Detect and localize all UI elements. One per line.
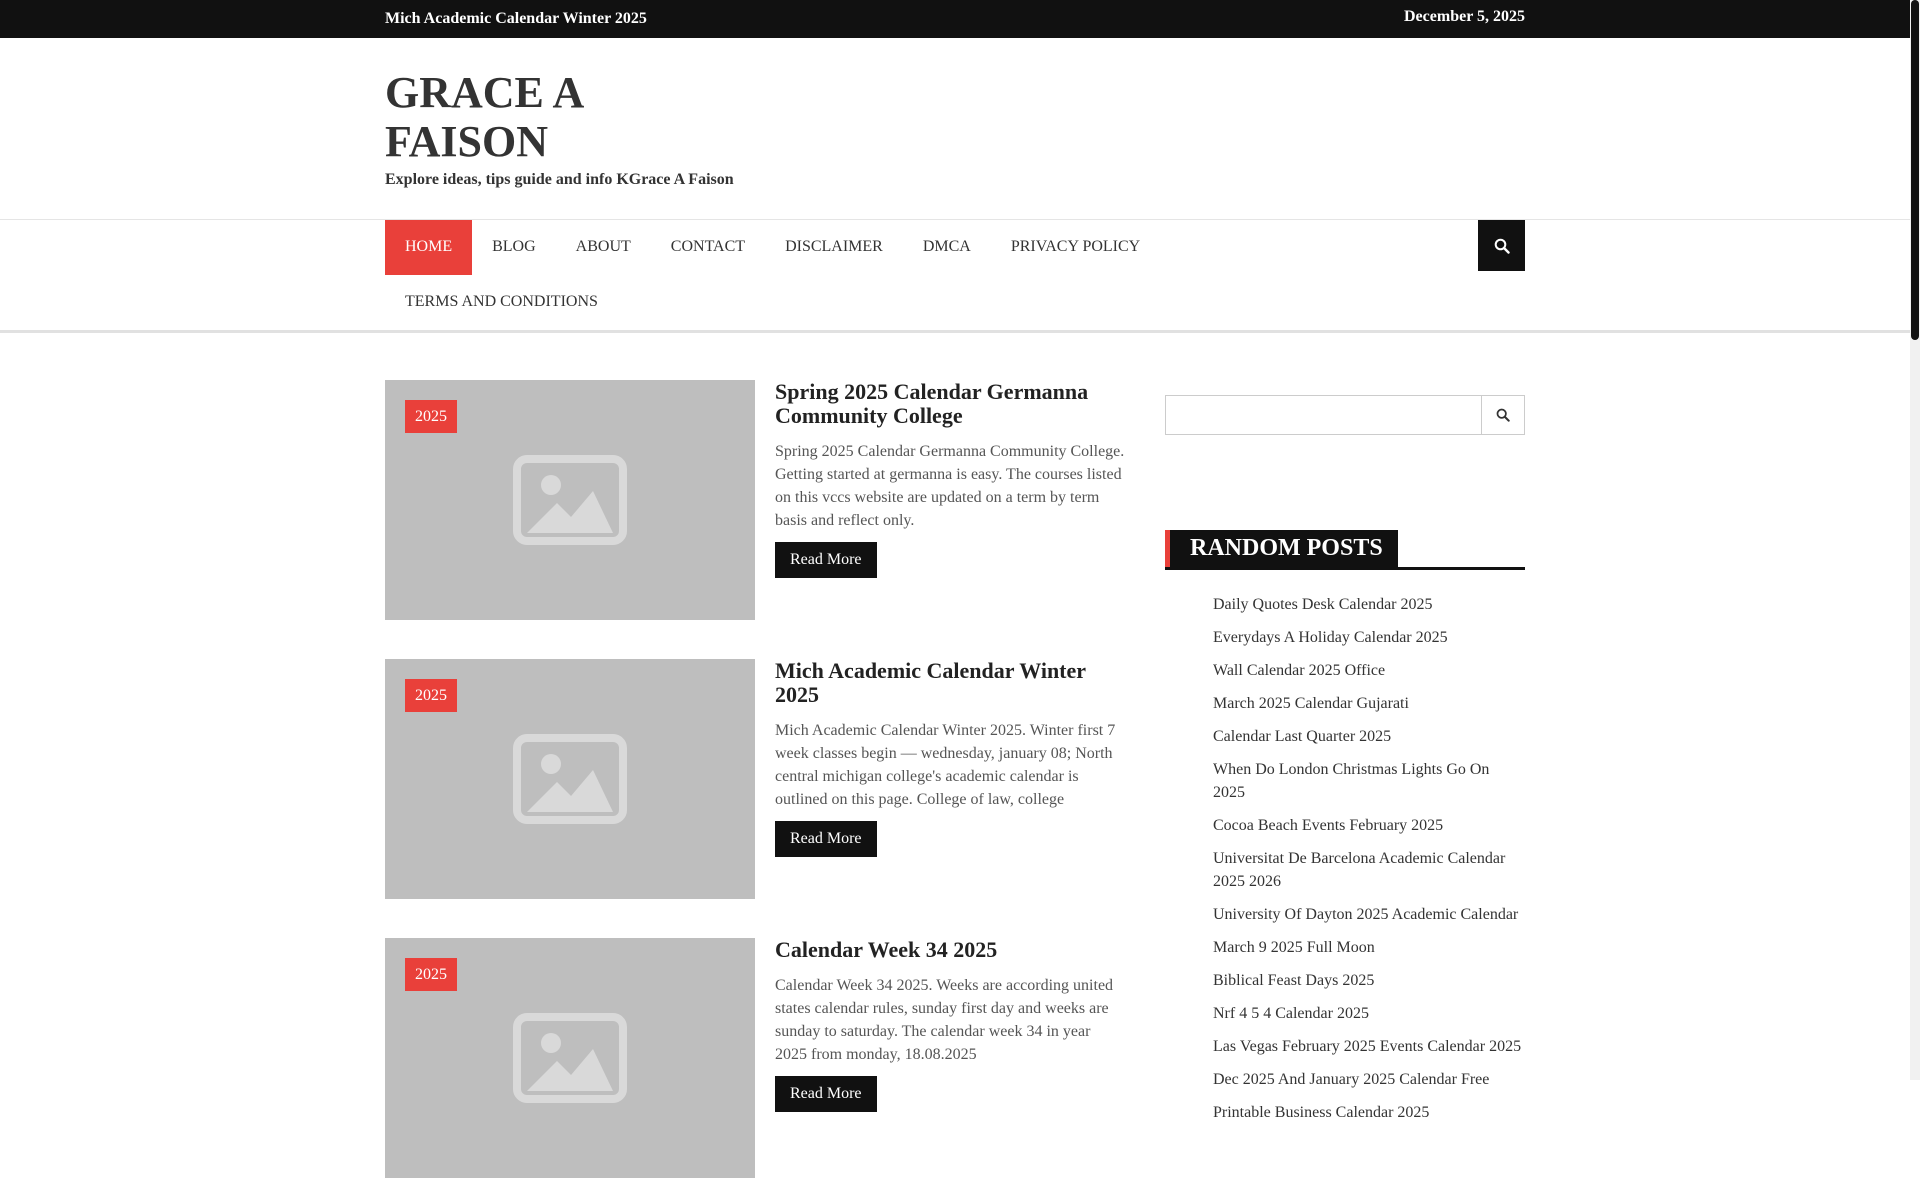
site-description: Explore ideas, tips guide and info KGrac…: [385, 171, 734, 188]
category-badge[interactable]: 2025: [405, 400, 457, 433]
search-icon: [1494, 238, 1510, 254]
post-card: 2025 Calendar Week 34 2025 Calendar Week…: [385, 938, 1125, 1178]
random-posts-list: Daily Quotes Desk Calendar 2025 Everyday…: [1165, 593, 1525, 1124]
page-scrollbar[interactable]: [1910, 0, 1920, 1080]
image-placeholder-icon: [513, 734, 627, 824]
read-more-button[interactable]: Read More: [775, 542, 877, 578]
category-badge[interactable]: 2025: [405, 679, 457, 712]
post-body: Calendar Week 34 2025 Calendar Week 34 2…: [775, 938, 1125, 1112]
random-post-link[interactable]: Printable Business Calendar 2025: [1213, 1101, 1525, 1124]
nav-item-privacy-policy[interactable]: PRIVACY POLICY: [991, 220, 1160, 275]
current-date: December 5, 2025: [1404, 8, 1525, 25]
random-post-link[interactable]: University Of Dayton 2025 Academic Calen…: [1213, 903, 1525, 926]
nav-item-disclaimer[interactable]: DISCLAIMER: [765, 220, 903, 275]
random-post-link[interactable]: Nrf 4 5 4 Calendar 2025: [1213, 1002, 1525, 1025]
nav-menu: HOME BLOG ABOUT CONTACT DISCLAIMER DMCA …: [385, 220, 1445, 330]
scrollbar-thumb[interactable]: [1911, 0, 1919, 340]
nav-item-blog[interactable]: BLOG: [472, 220, 556, 275]
nav-item-terms-and-conditions[interactable]: TERMS AND CONDITIONS: [385, 275, 618, 330]
top-bar: Mich Academic Calendar Winter 2025 Decem…: [0, 0, 1910, 38]
random-post-link[interactable]: Biblical Feast Days 2025: [1213, 969, 1525, 992]
post-card: 2025 Spring 2025 Calendar Germanna Commu…: [385, 380, 1125, 620]
post-title[interactable]: Calendar Week 34 2025: [775, 938, 1125, 962]
category-badge[interactable]: 2025: [405, 958, 457, 991]
post-thumbnail[interactable]: 2025: [385, 380, 755, 620]
random-post-link[interactable]: Las Vegas February 2025 Events Calendar …: [1213, 1035, 1525, 1058]
sidebar-search-form: [1165, 395, 1525, 435]
random-posts-title: RANDOM POSTS: [1165, 530, 1398, 567]
sidebar-search-input[interactable]: [1165, 395, 1481, 435]
read-more-button[interactable]: Read More: [775, 821, 877, 857]
random-post-link[interactable]: When Do London Christmas Lights Go On 20…: [1213, 758, 1525, 804]
image-placeholder-icon: [513, 1013, 627, 1103]
search-icon: [1496, 408, 1510, 422]
post-card: 2025 Mich Academic Calendar Winter 2025 …: [385, 659, 1125, 899]
random-posts-header: RANDOM POSTS: [1165, 530, 1525, 570]
post-thumbnail[interactable]: 2025: [385, 659, 755, 899]
random-post-link[interactable]: Cocoa Beach Events February 2025: [1213, 814, 1525, 837]
post-excerpt: Calendar Week 34 2025. Weeks are accordi…: [775, 977, 1114, 1063]
post-thumbnail[interactable]: 2025: [385, 938, 755, 1178]
random-post-link[interactable]: Daily Quotes Desk Calendar 2025: [1213, 593, 1525, 616]
nav-item-about[interactable]: ABOUT: [556, 220, 651, 275]
random-post-link[interactable]: Everydays A Holiday Calendar 2025: [1213, 626, 1525, 649]
read-more-button[interactable]: Read More: [775, 1076, 877, 1112]
post-title[interactable]: Spring 2025 Calendar Germanna Community …: [775, 380, 1125, 428]
site-branding: GRACE A FAISON Explore ideas, tips guide…: [0, 38, 1920, 219]
random-post-link[interactable]: Calendar Last Quarter 2025: [1213, 725, 1525, 748]
random-post-link[interactable]: Universitat De Barcelona Academic Calend…: [1213, 847, 1525, 893]
post-title[interactable]: Mich Academic Calendar Winter 2025: [775, 659, 1125, 707]
nav-item-home[interactable]: HOME: [385, 220, 473, 275]
post-excerpt: Mich Academic Calendar Winter 2025. Wint…: [775, 722, 1116, 808]
ticker-headline[interactable]: Mich Academic Calendar Winter 2025: [385, 10, 647, 28]
random-post-link[interactable]: March 2025 Calendar Gujarati: [1213, 692, 1525, 715]
nav-item-contact[interactable]: CONTACT: [651, 220, 765, 275]
site-title[interactable]: GRACE A FAISON: [385, 68, 685, 166]
post-body: Spring 2025 Calendar Germanna Community …: [775, 380, 1125, 578]
post-body: Mich Academic Calendar Winter 2025 Mich …: [775, 659, 1125, 857]
image-placeholder-icon: [513, 455, 627, 545]
sidebar: RANDOM POSTS Daily Quotes Desk Calendar …: [1165, 395, 1525, 1134]
sidebar-search-button[interactable]: [1481, 395, 1525, 435]
random-post-link[interactable]: Wall Calendar 2025 Office: [1213, 659, 1525, 682]
random-post-link[interactable]: March 9 2025 Full Moon: [1213, 936, 1525, 959]
nav-item-dmca[interactable]: DMCA: [903, 220, 991, 275]
post-excerpt: Spring 2025 Calendar Germanna Community …: [775, 443, 1125, 529]
nav-search-button[interactable]: [1478, 220, 1525, 271]
main-navigation: HOME BLOG ABOUT CONTACT DISCLAIMER DMCA …: [0, 219, 1910, 333]
